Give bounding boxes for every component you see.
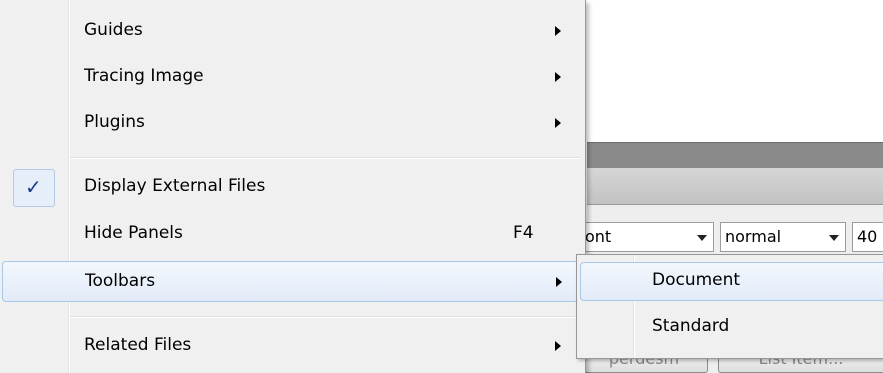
menu-item-shortcut: F4 [513,223,534,243]
menu-item-display-external-files[interactable]: Display External Files [0,167,585,208]
menu-separator [70,157,580,159]
submenu-arrow-icon [555,26,561,36]
font-size-value: 40 [857,227,878,246]
panel-header [587,168,883,205]
toolbars-submenu: Document Standard [576,254,883,359]
submenu-item-document[interactable]: Document [580,262,883,301]
dropdown-arrow-icon [697,235,707,241]
font-select[interactable]: ont [580,222,714,252]
menu-item-label: Display External Files [84,176,266,196]
menu-item-tracing-image[interactable]: Tracing Image [0,57,585,98]
font-select-value: ont [585,227,612,246]
font-weight-select[interactable]: normal [720,222,846,252]
menu-item-plugins[interactable]: Plugins [0,103,585,144]
submenu-item-label: Document [652,270,741,290]
submenu-item-standard[interactable]: Standard [580,308,883,347]
menu-separator [70,316,580,318]
menu-item-label: Toolbars [85,271,156,291]
submenu-item-label: Standard [652,316,730,336]
font-weight-value: normal [725,227,782,246]
menu-item-label: Plugins [84,112,145,132]
menu-item-related-files[interactable]: Related Files [0,326,585,367]
menu-item-label: Related Files [84,335,192,355]
panel-title-bar [587,142,883,169]
submenu-arrow-icon [555,341,561,351]
menu-item-label: Tracing Image [84,66,204,86]
font-size-select[interactable]: 40 [852,222,883,252]
submenu-arrow-icon [556,277,562,287]
menu-item-label: Hide Panels [84,223,183,243]
submenu-arrow-icon [555,72,561,82]
submenu-arrow-icon [555,118,561,128]
menu-item-toolbars[interactable]: Toolbars [2,261,583,302]
menu-item-guides[interactable]: Guides [0,11,585,52]
view-menu: Guides Tracing Image Plugins ✓ Display E… [0,0,586,373]
menu-item-hide-panels[interactable]: Hide Panels F4 [0,214,585,255]
dropdown-arrow-icon [829,235,839,241]
menu-item-label: Guides [84,20,143,40]
